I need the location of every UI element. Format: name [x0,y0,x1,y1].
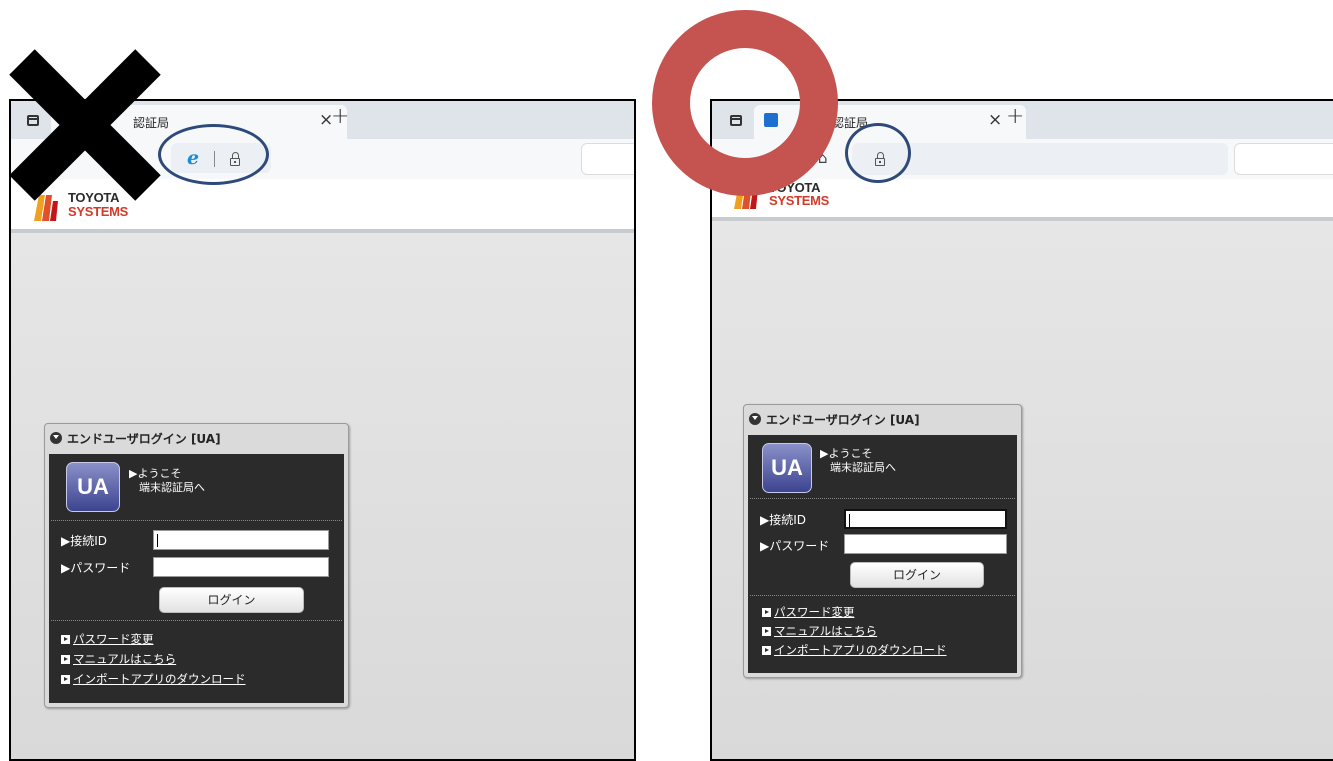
login-button[interactable]: ログイン [850,562,984,588]
password-label: ▶パスワード [61,561,131,575]
welcome-line-2: 端末認証局へ [139,481,205,494]
welcome-line-2: 端末認証局へ [830,461,896,474]
collapse-icon [749,413,761,425]
id-label: ▶接続ID [61,534,108,548]
tab-close-icon[interactable]: × [988,110,1002,130]
login-panel: エンドユーザログイン [UA] UA ▶ようこそ 端末認証局へ ▶接続ID ▶パ… [743,404,1022,678]
id-input[interactable] [153,530,329,550]
arrow-box-icon [61,635,70,644]
link-label: インポートアプリのダウンロード [73,672,246,686]
link-label: マニュアルはこちら [774,624,878,638]
collapse-icon [50,432,62,444]
id-input[interactable] [844,509,1007,529]
text-caret [849,514,850,527]
divider [51,620,342,621]
link-change-password[interactable]: パスワード変更 [61,631,154,647]
login-panel-header: エンドユーザログイン [UA] [45,424,348,452]
link-label: インポートアプリのダウンロード [774,643,947,657]
divider [750,498,1015,499]
login-button[interactable]: ログイン [159,587,304,613]
highlight-ring-edge-lock [845,123,911,183]
new-tab-button[interactable]: + [331,104,349,129]
x-mark-icon [9,49,161,201]
arrow-box-icon [61,655,70,664]
link-label: パスワード変更 [774,605,855,619]
link-import-app-download[interactable]: インポートアプリのダウンロード [61,671,246,687]
link-import-app-download[interactable]: インポートアプリのダウンロード [762,642,947,658]
arrow-box-icon [61,675,70,684]
right-toolbar-field [1234,143,1333,175]
highlight-ring-ie-lock [158,124,269,185]
ua-icon: UA [762,443,812,493]
site-header: TOYOTA SYSTEMS [712,179,1333,221]
login-title: エンドユーザログイン [UA] [67,432,221,446]
arrow-box-icon [762,646,771,655]
ua-icon: UA [66,462,120,512]
circle-mark-icon [652,10,838,196]
password-label: ▶パスワード [760,539,830,553]
link-manual[interactable]: マニュアルはこちら [61,651,176,667]
link-change-password[interactable]: パスワード変更 [762,604,855,620]
divider [51,520,342,521]
login-panel-header: エンドユーザログイン [UA] [744,405,1021,433]
link-label: マニュアルはこちら [73,652,177,666]
link-label: パスワード変更 [73,632,154,646]
password-input[interactable] [153,557,329,577]
page-content: エンドユーザログイン [UA] UA ▶ようこそ 端末認証局へ ▶接続ID ▶パ… [712,221,1333,759]
login-form: UA ▶ようこそ 端末認証局へ ▶接続ID ▶パスワード ログイン パスワード変… [748,435,1017,673]
logo-text-systems: SYSTEMS [769,193,830,208]
id-label: ▶接続ID [760,513,807,527]
arrow-box-icon [762,608,771,617]
right-toolbar-field [581,143,634,175]
arrow-box-icon [762,627,771,636]
right-browser-window: 認証局 × + ⌂ TOYOTA SYSTEMS エンドユーザログイン [UA]… [710,99,1333,761]
text-caret [157,534,158,547]
divider [750,595,1015,596]
login-form: UA ▶ようこそ 端末認証局へ ▶接続ID ▶パスワード ログイン パスワード変… [49,454,344,703]
password-input[interactable] [844,534,1007,554]
login-panel: エンドユーザログイン [UA] UA ▶ようこそ 端末認証局へ ▶接続ID ▶パ… [44,423,349,708]
page-content: エンドユーザログイン [UA] UA ▶ようこそ 端末認証局へ ▶接続ID ▶パ… [11,233,634,759]
link-manual[interactable]: マニュアルはこちら [762,623,877,639]
new-tab-button[interactable]: + [1006,104,1024,129]
login-title: エンドユーザログイン [UA] [766,413,920,427]
